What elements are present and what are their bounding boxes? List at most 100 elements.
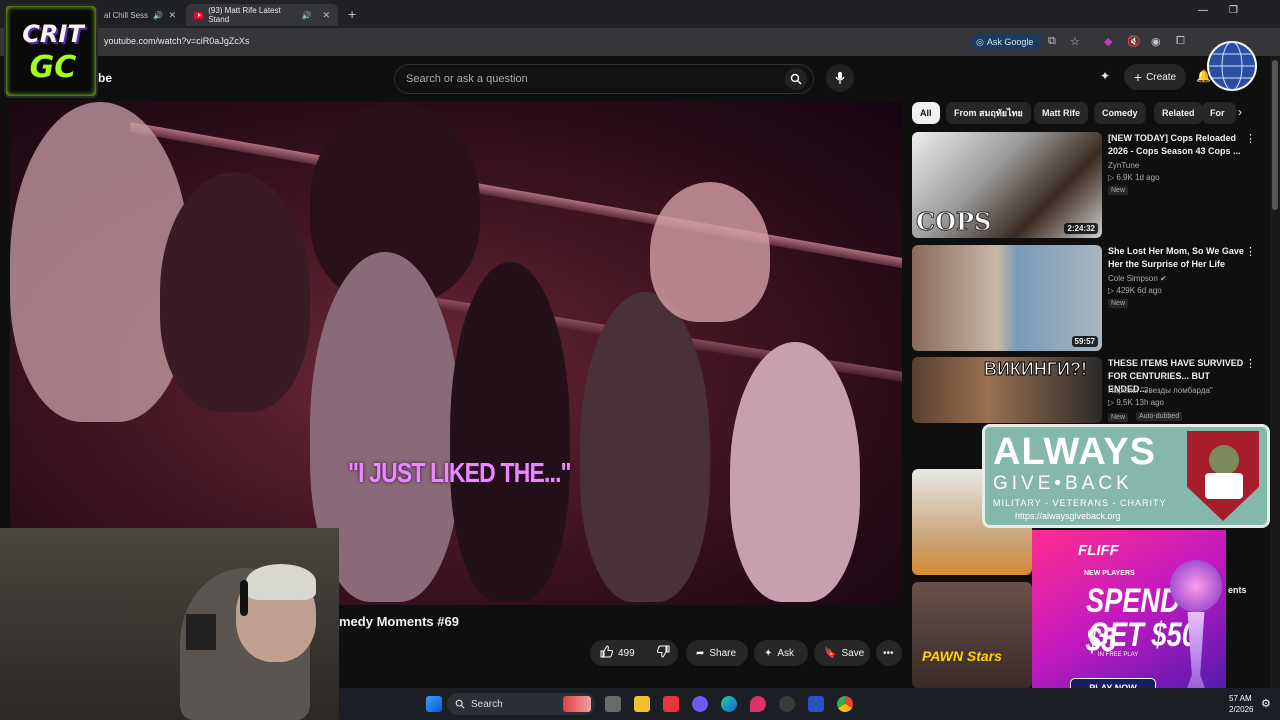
like-dislike-group: 499: [590, 640, 678, 666]
video-meta: ▷ 9.5K 13h ago: [1108, 398, 1164, 407]
taskbar-clock[interactable]: 57 AM 2/2026: [1229, 693, 1253, 715]
url-field[interactable]: youtube.com/watch?v=ciR0aJgZcXs: [104, 36, 249, 46]
more-vertical-icon[interactable]: ⋮: [1245, 132, 1256, 145]
create-button[interactable]: + Create: [1124, 64, 1186, 90]
video-thumbnail[interactable]: ВИКИНГИ?!: [912, 357, 1102, 423]
app-icon[interactable]: [663, 696, 679, 712]
notification-icon[interactable]: ⚙: [1261, 697, 1271, 710]
video-subtitle: "I JUST LIKED THE...": [348, 457, 572, 488]
video-title[interactable]: She Lost Her Mom, So We Gave Her the Sur…: [1108, 245, 1244, 271]
install-icon[interactable]: ⧉: [1048, 35, 1056, 48]
chip-from-channel[interactable]: From สมฤทัยไทย: [946, 102, 1031, 124]
agb-always-text: ALWAYS: [993, 431, 1156, 473]
video-thumbnail[interactable]: 59:57: [912, 245, 1102, 351]
chip-matt-rife[interactable]: Matt Rife: [1034, 102, 1088, 124]
file-explorer-icon[interactable]: [634, 696, 650, 712]
duration-badge: 59:57: [1071, 336, 1098, 347]
chip-for-you[interactable]: For: [1202, 102, 1236, 124]
video-title[interactable]: [NEW TODAY] Cops Reloaded 2026 - Cops Se…: [1108, 132, 1244, 158]
more-horizontal-icon: •••: [883, 647, 894, 659]
chip-all[interactable]: All: [912, 102, 940, 124]
search-icon: [790, 73, 802, 85]
scrollbar-thumb[interactable]: [1272, 60, 1278, 210]
soccer-ball-icon: [1170, 560, 1222, 612]
plus-icon: +: [1133, 69, 1143, 85]
video-thumbnail[interactable]: COPS 2:24:32: [912, 132, 1102, 238]
list-item[interactable]: 59:57 She Lost Her Mom, So We Gave Her t…: [912, 245, 1268, 353]
chip-related[interactable]: Related: [1154, 102, 1203, 124]
extensions-puzzle-icon[interactable]: ⧠: [1176, 35, 1185, 48]
sparkle-icon: ✦: [764, 647, 773, 659]
fliff-free-play: IN FREE PLAY: [1098, 652, 1139, 658]
tab-chill-session[interactable]: al Chill Sess 🔊 ✕: [96, 4, 184, 26]
dislike-button[interactable]: [656, 645, 670, 661]
maps-pin-icon[interactable]: [750, 696, 766, 712]
share-label: Share: [709, 647, 737, 659]
channel-name[interactable]: Cole Simpson ✔: [1108, 274, 1167, 283]
close-icon[interactable]: ✕: [168, 10, 176, 21]
speaker-icon[interactable]: 🔊: [153, 11, 163, 20]
video-meta: ▷ 429K 6d ago: [1108, 286, 1162, 295]
save-button[interactable]: 🔖 Save: [814, 640, 870, 666]
search-button[interactable]: [785, 68, 807, 90]
new-tab-icon[interactable]: +: [348, 6, 356, 22]
youtube-logo[interactable]: be: [98, 71, 112, 85]
fliff-offer-line2: GET $50: [1088, 616, 1197, 654]
soldier-shield-icon: [1187, 431, 1259, 521]
channel-name[interactable]: Нарезки "Звезды ломбарда": [1108, 386, 1213, 395]
discord-icon[interactable]: [692, 696, 708, 712]
address-bar: youtube.com/watch?v=ciR0aJgZcXs ◎ Ask Go…: [0, 28, 1280, 56]
agb-url: https://alwaysgiveback.org: [1015, 511, 1121, 521]
more-vertical-icon[interactable]: ⋮: [1245, 245, 1256, 258]
ask-google-label: Ask Google: [986, 37, 1034, 47]
audience-member: [160, 172, 310, 412]
ask-google-button[interactable]: ◎ Ask Google: [970, 34, 1042, 50]
thumbnail-text: PAWN Stars: [922, 648, 1002, 664]
speaker-icon[interactable]: 🔊: [301, 11, 311, 20]
maximize-icon[interactable]: ❐: [1229, 5, 1238, 16]
edge-icon[interactable]: [721, 696, 737, 712]
fliff-new-players: NEW PLAYERS: [1084, 570, 1135, 577]
search-icon: [455, 699, 465, 709]
like-button[interactable]: [600, 645, 614, 661]
bookmark-icon: 🔖: [824, 647, 837, 659]
new-badge: New: [1108, 299, 1129, 308]
list-item[interactable]: ВИКИНГИ?! THESE ITEMS HAVE SURVIVED FOR …: [912, 357, 1268, 423]
ask-button[interactable]: ✦ Ask: [754, 640, 808, 666]
minimize-icon[interactable]: —: [1198, 5, 1208, 16]
media-icon[interactable]: 🔇: [1127, 35, 1141, 48]
share-button[interactable]: ➦ Share: [686, 640, 748, 666]
chevron-right-icon[interactable]: ›: [1238, 105, 1242, 119]
share-icon: ➦: [696, 647, 705, 659]
more-actions-button[interactable]: •••: [876, 640, 902, 666]
steam-icon[interactable]: [779, 696, 795, 712]
chip-comedy[interactable]: Comedy: [1094, 102, 1146, 124]
extension-icon[interactable]: ◆: [1104, 35, 1112, 48]
task-view-icon[interactable]: [605, 696, 621, 712]
video-title[interactable]: ents: [1228, 584, 1268, 597]
clock-time: 57 AM: [1229, 694, 1252, 703]
video-thumbnail[interactable]: PAWN Stars: [912, 582, 1032, 688]
tab-matt-rife[interactable]: (93) Matt Rife Latest Stand 🔊 ✕: [186, 4, 338, 26]
audience-member: [450, 262, 570, 602]
wall-frame: [186, 614, 216, 650]
logo-text-gc: GC: [29, 50, 77, 85]
voice-search-button[interactable]: [826, 64, 854, 92]
close-icon[interactable]: ✕: [322, 10, 330, 21]
ask-sparkle-icon[interactable]: ✦: [1100, 69, 1110, 83]
video-meta: ▷ 6.9K 1d ago: [1108, 173, 1160, 182]
ea-icon[interactable]: [808, 696, 824, 712]
bookmark-star-icon[interactable]: ☆: [1070, 35, 1080, 48]
ask-label: Ask: [777, 647, 795, 659]
search-box[interactable]: Search or ask a question: [394, 64, 814, 94]
channel-name[interactable]: ZynTune: [1108, 161, 1139, 170]
new-badge: New: [1108, 186, 1129, 195]
chrome-icon[interactable]: [837, 696, 853, 712]
vpn-icon[interactable]: ◉: [1151, 35, 1161, 48]
list-item[interactable]: COPS 2:24:32 [NEW TODAY] Cops Reloaded 2…: [912, 132, 1268, 240]
start-windows-icon[interactable]: [426, 696, 442, 712]
tab-label: al Chill Sess: [104, 10, 149, 20]
search-input[interactable]: Search or ask a question: [406, 73, 528, 85]
more-vertical-icon[interactable]: ⋮: [1245, 357, 1256, 370]
lens-icon: ◎: [976, 36, 984, 47]
